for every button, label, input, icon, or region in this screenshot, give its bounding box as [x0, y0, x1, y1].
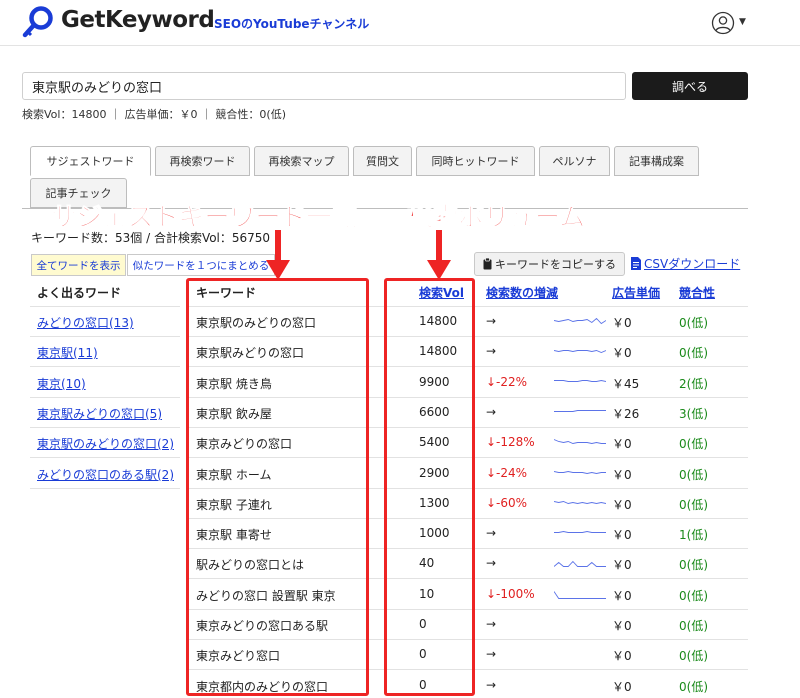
trend-sparkline: [554, 531, 606, 533]
user-circle-icon[interactable]: [711, 11, 735, 35]
tab-research-words[interactable]: 再検索ワード: [155, 146, 250, 176]
annotation-arrow: [266, 230, 290, 280]
logo-text[interactable]: GetKeyword: [61, 7, 215, 33]
competition-cell: 0(低): [679, 437, 708, 451]
competition-cell: 0(低): [679, 558, 708, 572]
cpc-cell: ￥0: [612, 680, 632, 694]
trend-cell: →: [486, 526, 497, 540]
trend-sparkline: [554, 591, 606, 599]
cpc-cell: ￥0: [612, 346, 632, 360]
cpc-cell: ￥45: [612, 377, 640, 391]
key-search-icon[interactable]: [22, 5, 56, 39]
csv-download-label: CSVダウンロード: [644, 257, 741, 271]
trend-cell: →: [486, 405, 497, 419]
trend-sparkline: [554, 501, 606, 504]
trend-cell: ↓-22%: [486, 375, 528, 389]
competition-cell: 0(低): [679, 498, 708, 512]
search-button[interactable]: 調べる: [632, 72, 748, 100]
frequent-word-link[interactable]: みどりの窓口のある駅(2): [37, 466, 174, 483]
divider: [30, 366, 180, 367]
frequent-word-link[interactable]: みどりの窓口(13): [37, 314, 134, 331]
trend-cell: ↓-100%: [486, 587, 535, 601]
tab-article-outline[interactable]: 記事構成案: [614, 146, 699, 176]
trend-sparkline: [554, 350, 606, 353]
divider: [30, 306, 180, 307]
frequent-word-link[interactable]: 東京駅(11): [37, 344, 98, 361]
annotation-volume-box: [384, 278, 475, 696]
trend-sparkline: [554, 560, 606, 567]
trend-cell: →: [486, 314, 497, 328]
competition-cell: 2(低): [679, 377, 708, 391]
clipboard-icon: [483, 258, 492, 270]
column-header-competition[interactable]: 競合性: [679, 284, 715, 301]
trend-cell: ↓-24%: [486, 466, 528, 480]
divider: [30, 427, 180, 428]
trend-sparkline: [554, 439, 606, 444]
divider: [30, 397, 180, 398]
annotation-suggest-label: サジェストキーワード一覧: [50, 203, 358, 234]
annotation-keyword-box: [186, 278, 369, 696]
copy-keywords-label: キーワードをコピーする: [495, 258, 616, 271]
column-header-trend[interactable]: 検索数の増減: [486, 284, 558, 301]
cpc-cell: ￥0: [612, 589, 632, 603]
divider: [30, 457, 180, 458]
cpc-cell: ￥26: [612, 407, 640, 421]
tab-research-map[interactable]: 再検索マップ: [254, 146, 349, 176]
cpc-cell: ￥0: [612, 558, 632, 572]
app-header: GetKeyword SEOのYouTubeチャンネル ▼: [0, 0, 800, 46]
keyword-stats: 検索Vol：14800 ｜ 広告単価：￥0 ｜ 競合性：0(低): [22, 108, 287, 121]
tab-cohit-words[interactable]: 同時ヒットワード: [416, 146, 535, 176]
cpc-cell: ￥0: [612, 619, 632, 633]
competition-cell: 1(低): [679, 528, 708, 542]
keyword-search-input[interactable]: [22, 72, 626, 100]
divider: [30, 336, 180, 337]
trend-sparkline: [554, 317, 606, 325]
trend-sparkline: [554, 471, 606, 474]
competition-cell: 0(低): [679, 346, 708, 360]
frequent-word-link[interactable]: 東京駅みどりの窓口(5): [37, 405, 162, 422]
cpc-cell: ￥0: [612, 528, 632, 542]
csv-download-link[interactable]: CSVダウンロード: [631, 255, 740, 272]
trend-cell: ↓-60%: [486, 496, 528, 510]
trend-cell: →: [486, 617, 497, 631]
trend-cell: ↓-128%: [486, 435, 535, 449]
tab-suggest[interactable]: サジェストワード: [30, 146, 151, 176]
cpc-cell: ￥0: [612, 498, 632, 512]
trend-sparkline: [554, 410, 606, 412]
youtube-channel-link[interactable]: SEOのYouTubeチャンネル: [214, 15, 369, 32]
column-header-cpc[interactable]: 広告単価: [612, 284, 660, 301]
annotation-arrow: [427, 230, 451, 280]
trend-cell: →: [486, 647, 497, 661]
chevron-down-icon[interactable]: ▼: [739, 17, 746, 27]
competition-cell: 0(低): [679, 468, 708, 482]
frequent-words-header: よく出るワード: [37, 286, 122, 300]
competition-cell: 0(低): [679, 680, 708, 694]
competition-cell: 0(低): [679, 589, 708, 603]
trend-cell: →: [486, 678, 497, 692]
file-icon: [631, 257, 641, 270]
competition-cell: 0(低): [679, 649, 708, 663]
competition-cell: 0(低): [679, 316, 708, 330]
annotation-volume-label: 検索ボリューム: [407, 203, 586, 234]
competition-cell: 3(低): [679, 407, 708, 421]
frequent-word-link[interactable]: 東京駅のみどりの窓口(2): [37, 435, 174, 452]
tab-questions[interactable]: 質問文: [353, 146, 412, 176]
cpc-cell: ￥0: [612, 468, 632, 482]
show-all-words-button[interactable]: 全てワードを表示: [31, 254, 126, 276]
cpc-cell: ￥0: [612, 649, 632, 663]
trend-cell: →: [486, 344, 497, 358]
group-similar-button[interactable]: 似たワードを１つにまとめる: [127, 254, 275, 276]
trend-cell: →: [486, 556, 497, 570]
cpc-cell: ￥0: [612, 316, 632, 330]
tab-persona[interactable]: ペルソナ: [539, 146, 610, 176]
cpc-cell: ￥0: [612, 437, 632, 451]
copy-keywords-button[interactable]: キーワードをコピーする: [474, 252, 625, 276]
competition-cell: 0(低): [679, 619, 708, 633]
divider: [30, 488, 180, 489]
frequent-word-link[interactable]: 東京(10): [37, 375, 86, 392]
trend-sparkline: [554, 380, 606, 382]
